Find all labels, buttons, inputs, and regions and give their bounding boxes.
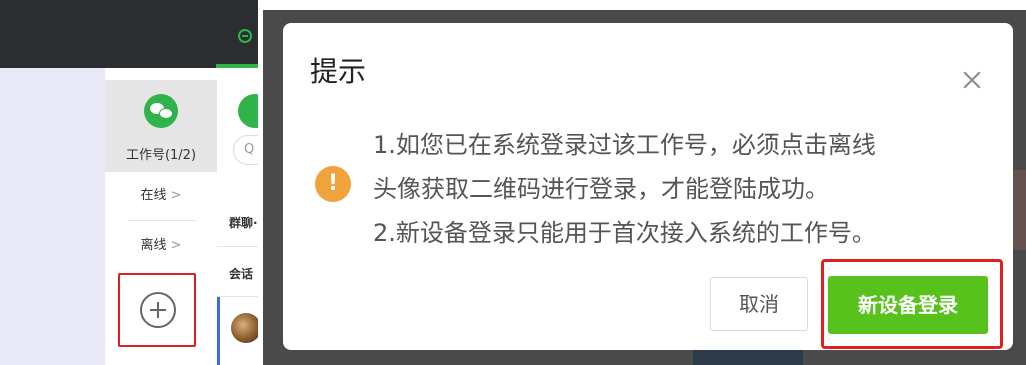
message-line: 头像获取二维码进行登录，才能登陆成功。 (373, 175, 829, 203)
search-input[interactable]: Q (233, 135, 258, 165)
session-label[interactable]: 会话 (229, 265, 253, 282)
cancel-button[interactable]: 取消 (710, 277, 808, 331)
divider (217, 296, 258, 297)
wechat-logo-icon (144, 94, 178, 128)
close-icon[interactable] (959, 67, 985, 93)
left-background-panel (0, 68, 105, 365)
message-line: 2.新设备登录只能用于首次接入系统的工作号。 (373, 219, 876, 247)
warning-icon: ! (315, 166, 351, 202)
app-sidebar-crop: 工作号(1/2) 在线 > 离线 > Q 群聊· 会话 (0, 0, 258, 365)
chevron-right-icon: > (170, 238, 182, 253)
avatar[interactable] (231, 313, 258, 343)
account-header[interactable]: 工作号(1/2) (105, 80, 217, 172)
divider (127, 220, 197, 221)
active-tab-indicator (216, 64, 258, 68)
account-count-label: 工作号(1/2) (125, 148, 197, 163)
add-account-plus-icon (140, 292, 176, 328)
selected-conversation-indicator (217, 297, 220, 365)
dialog-crop: 提示 ! 1.如您已在系统登录过该工作号，必须点击离线 头像获取二维码进行登录，… (263, 10, 1026, 365)
wechat-avatar-icon (238, 94, 258, 128)
chat-tab-icon[interactable] (238, 29, 252, 43)
search-icon: Q (244, 142, 255, 157)
status-online-label: 在线 (140, 188, 167, 203)
dialog-message: 1.如您已在系统登录过该工作号，必须点击离线 头像获取二维码进行登录，才能登陆成… (373, 123, 983, 255)
message-line: 1.如您已在系统登录过该工作号，必须点击离线 (373, 131, 876, 159)
add-account-button[interactable] (118, 273, 196, 347)
group-chat-label[interactable]: 群聊· (229, 214, 258, 231)
divider (217, 246, 258, 247)
new-device-login-button[interactable]: 新设备登录 (828, 276, 988, 334)
chat-list-column: Q 群聊· 会话 (217, 80, 258, 365)
top-nav-bar (0, 0, 258, 68)
status-online-item[interactable]: 在线 > (105, 176, 217, 216)
dialog-title: 提示 (310, 55, 367, 88)
chevron-right-icon: > (170, 188, 182, 203)
prompt-dialog: 提示 ! 1.如您已在系统登录过该工作号，必须点击离线 头像获取二维码进行登录，… (283, 23, 1013, 350)
status-offline-label: 离线 (140, 238, 167, 253)
status-offline-item[interactable]: 离线 > (105, 226, 217, 266)
